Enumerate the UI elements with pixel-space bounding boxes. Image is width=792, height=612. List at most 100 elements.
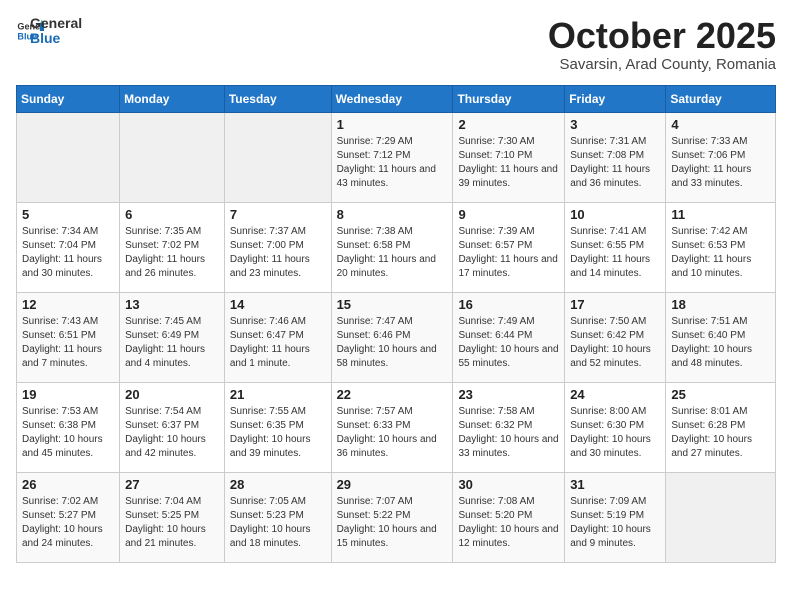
day-number: 15 <box>337 297 448 312</box>
day-info: Sunrise: 7:57 AM Sunset: 6:33 PM Dayligh… <box>337 405 448 461</box>
calendar-cell: 11 Sunrise: 7:42 AM Sunset: 6:53 PM Dayli… <box>666 202 776 292</box>
day-number: 3 <box>570 117 660 132</box>
calendar-cell: 14 Sunrise: 7:46 AM Sunset: 6:47 PM Dayli… <box>224 292 331 382</box>
day-number: 9 <box>458 207 559 222</box>
calendar-cell: 4 Sunrise: 7:33 AM Sunset: 7:06 PM Daylig… <box>666 112 776 202</box>
calendar-cell: 16Sunrise: 7:49 AM Sunset: 6:44 PM Dayli… <box>453 292 565 382</box>
day-info: Sunrise: 7:33 AM Sunset: 7:06 PM Dayligh… <box>671 135 770 191</box>
day-info: Sunrise: 7:02 AM Sunset: 5:27 PM Dayligh… <box>22 495 114 551</box>
day-number: 17 <box>570 297 660 312</box>
calendar-cell: 24Sunrise: 8:00 AM Sunset: 6:30 PM Dayli… <box>565 382 666 472</box>
calendar-cell: 21Sunrise: 7:55 AM Sunset: 6:35 PM Dayli… <box>224 382 331 472</box>
day-info: Sunrise: 7:07 AM Sunset: 5:22 PM Dayligh… <box>337 495 448 551</box>
day-number: 29 <box>337 477 448 492</box>
weekday-header-row: SundayMondayTuesdayWednesdayThursdayFrid… <box>17 85 776 112</box>
calendar-cell: 15 Sunrise: 7:47 AM Sunset: 6:46 PM Dayli… <box>331 292 453 382</box>
calendar-cell: 9Sunrise: 7:39 AM Sunset: 6:57 PM Daylig… <box>453 202 565 292</box>
calendar-cell: 26 Sunrise: 7:02 AM Sunset: 5:27 PM Dayli… <box>17 472 120 562</box>
calendar-cell <box>666 472 776 562</box>
day-info: Sunrise: 7:46 AM Sunset: 6:47 PM Dayligh… <box>230 315 326 371</box>
day-number: 23 <box>458 387 559 402</box>
day-number: 2 <box>458 117 559 132</box>
day-number: 11 <box>671 207 770 222</box>
day-info: Sunrise: 7:58 AM Sunset: 6:32 PM Dayligh… <box>458 405 559 461</box>
calendar-cell: 31 Sunrise: 7:09 AM Sunset: 5:19 PM Dayli… <box>565 472 666 562</box>
calendar-cell: 30Sunrise: 7:08 AM Sunset: 5:20 PM Dayli… <box>453 472 565 562</box>
calendar-table: SundayMondayTuesdayWednesdayThursdayFrid… <box>16 85 776 563</box>
day-number: 6 <box>125 207 219 222</box>
calendar-cell: 6 Sunrise: 7:35 AM Sunset: 7:02 PM Daylig… <box>120 202 225 292</box>
weekday-header-friday: Friday <box>565 85 666 112</box>
calendar-cell: 8 Sunrise: 7:38 AM Sunset: 6:58 PM Daylig… <box>331 202 453 292</box>
day-info: Sunrise: 7:47 AM Sunset: 6:46 PM Dayligh… <box>337 315 448 371</box>
day-number: 16 <box>458 297 559 312</box>
day-info: Sunrise: 7:43 AM Sunset: 6:51 PM Dayligh… <box>22 315 114 371</box>
day-number: 13 <box>125 297 219 312</box>
calendar-cell: 29 Sunrise: 7:07 AM Sunset: 5:22 PM Dayli… <box>331 472 453 562</box>
day-number: 7 <box>230 207 326 222</box>
day-number: 8 <box>337 207 448 222</box>
day-number: 21 <box>230 387 326 402</box>
calendar-cell: 7 Sunrise: 7:37 AM Sunset: 7:00 PM Daylig… <box>224 202 331 292</box>
calendar-cell: 17 Sunrise: 7:50 AM Sunset: 6:42 PM Dayli… <box>565 292 666 382</box>
day-info: Sunrise: 7:51 AM Sunset: 6:40 PM Dayligh… <box>671 315 770 371</box>
day-info: Sunrise: 7:31 AM Sunset: 7:08 PM Dayligh… <box>570 135 660 191</box>
day-info: Sunrise: 8:01 AM Sunset: 6:28 PM Dayligh… <box>671 405 770 461</box>
day-number: 5 <box>22 207 114 222</box>
calendar-cell: 12Sunrise: 7:43 AM Sunset: 6:51 PM Dayli… <box>17 292 120 382</box>
day-number: 22 <box>337 387 448 402</box>
day-info: Sunrise: 7:35 AM Sunset: 7:02 PM Dayligh… <box>125 225 219 281</box>
logo: General Blue General Blue <box>16 16 82 47</box>
weekday-header-tuesday: Tuesday <box>224 85 331 112</box>
day-info: Sunrise: 7:34 AM Sunset: 7:04 PM Dayligh… <box>22 225 114 281</box>
day-info: Sunrise: 7:30 AM Sunset: 7:10 PM Dayligh… <box>458 135 559 191</box>
calendar-cell: 18Sunrise: 7:51 AM Sunset: 6:40 PM Dayli… <box>666 292 776 382</box>
logo-blue: Blue <box>30 31 82 46</box>
day-number: 10 <box>570 207 660 222</box>
day-info: Sunrise: 7:45 AM Sunset: 6:49 PM Dayligh… <box>125 315 219 371</box>
day-number: 4 <box>671 117 770 132</box>
calendar-week-row: 1 Sunrise: 7:29 AM Sunset: 7:12 PM Daylig… <box>17 112 776 202</box>
title-block: October 2025 Savarsin, Arad County, Roma… <box>548 16 776 73</box>
calendar-cell: 3 Sunrise: 7:31 AM Sunset: 7:08 PM Daylig… <box>565 112 666 202</box>
day-number: 19 <box>22 387 114 402</box>
calendar-header: SundayMondayTuesdayWednesdayThursdayFrid… <box>17 85 776 112</box>
calendar-cell: 5 Sunrise: 7:34 AM Sunset: 7:04 PM Daylig… <box>17 202 120 292</box>
calendar-week-row: 12Sunrise: 7:43 AM Sunset: 6:51 PM Dayli… <box>17 292 776 382</box>
calendar-body: 1 Sunrise: 7:29 AM Sunset: 7:12 PM Daylig… <box>17 112 776 562</box>
day-info: Sunrise: 7:42 AM Sunset: 6:53 PM Dayligh… <box>671 225 770 281</box>
weekday-header-wednesday: Wednesday <box>331 85 453 112</box>
calendar-cell <box>224 112 331 202</box>
calendar-week-row: 5 Sunrise: 7:34 AM Sunset: 7:04 PM Daylig… <box>17 202 776 292</box>
day-info: Sunrise: 7:53 AM Sunset: 6:38 PM Dayligh… <box>22 405 114 461</box>
day-info: Sunrise: 7:38 AM Sunset: 6:58 PM Dayligh… <box>337 225 448 281</box>
day-number: 28 <box>230 477 326 492</box>
calendar-cell: 1 Sunrise: 7:29 AM Sunset: 7:12 PM Daylig… <box>331 112 453 202</box>
calendar-cell: 20Sunrise: 7:54 AM Sunset: 6:37 PM Dayli… <box>120 382 225 472</box>
weekday-header-thursday: Thursday <box>453 85 565 112</box>
day-number: 26 <box>22 477 114 492</box>
calendar-cell: 10 Sunrise: 7:41 AM Sunset: 6:55 PM Dayli… <box>565 202 666 292</box>
day-info: Sunrise: 7:41 AM Sunset: 6:55 PM Dayligh… <box>570 225 660 281</box>
day-number: 31 <box>570 477 660 492</box>
day-number: 25 <box>671 387 770 402</box>
calendar-cell: 19 Sunrise: 7:53 AM Sunset: 6:38 PM Dayli… <box>17 382 120 472</box>
page-header: General Blue General Blue October 2025 S… <box>16 16 776 73</box>
day-number: 14 <box>230 297 326 312</box>
day-number: 30 <box>458 477 559 492</box>
day-info: Sunrise: 7:09 AM Sunset: 5:19 PM Dayligh… <box>570 495 660 551</box>
day-info: Sunrise: 7:50 AM Sunset: 6:42 PM Dayligh… <box>570 315 660 371</box>
day-info: Sunrise: 7:29 AM Sunset: 7:12 PM Dayligh… <box>337 135 448 191</box>
calendar-cell: 23 Sunrise: 7:58 AM Sunset: 6:32 PM Dayli… <box>453 382 565 472</box>
weekday-header-sunday: Sunday <box>17 85 120 112</box>
day-number: 20 <box>125 387 219 402</box>
calendar-cell: 22 Sunrise: 7:57 AM Sunset: 6:33 PM Dayli… <box>331 382 453 472</box>
calendar-cell: 13 Sunrise: 7:45 AM Sunset: 6:49 PM Dayli… <box>120 292 225 382</box>
day-number: 27 <box>125 477 219 492</box>
day-info: Sunrise: 8:00 AM Sunset: 6:30 PM Dayligh… <box>570 405 660 461</box>
weekday-header-saturday: Saturday <box>666 85 776 112</box>
day-number: 1 <box>337 117 448 132</box>
calendar-week-row: 26 Sunrise: 7:02 AM Sunset: 5:27 PM Dayli… <box>17 472 776 562</box>
day-info: Sunrise: 7:37 AM Sunset: 7:00 PM Dayligh… <box>230 225 326 281</box>
calendar-week-row: 19 Sunrise: 7:53 AM Sunset: 6:38 PM Dayli… <box>17 382 776 472</box>
